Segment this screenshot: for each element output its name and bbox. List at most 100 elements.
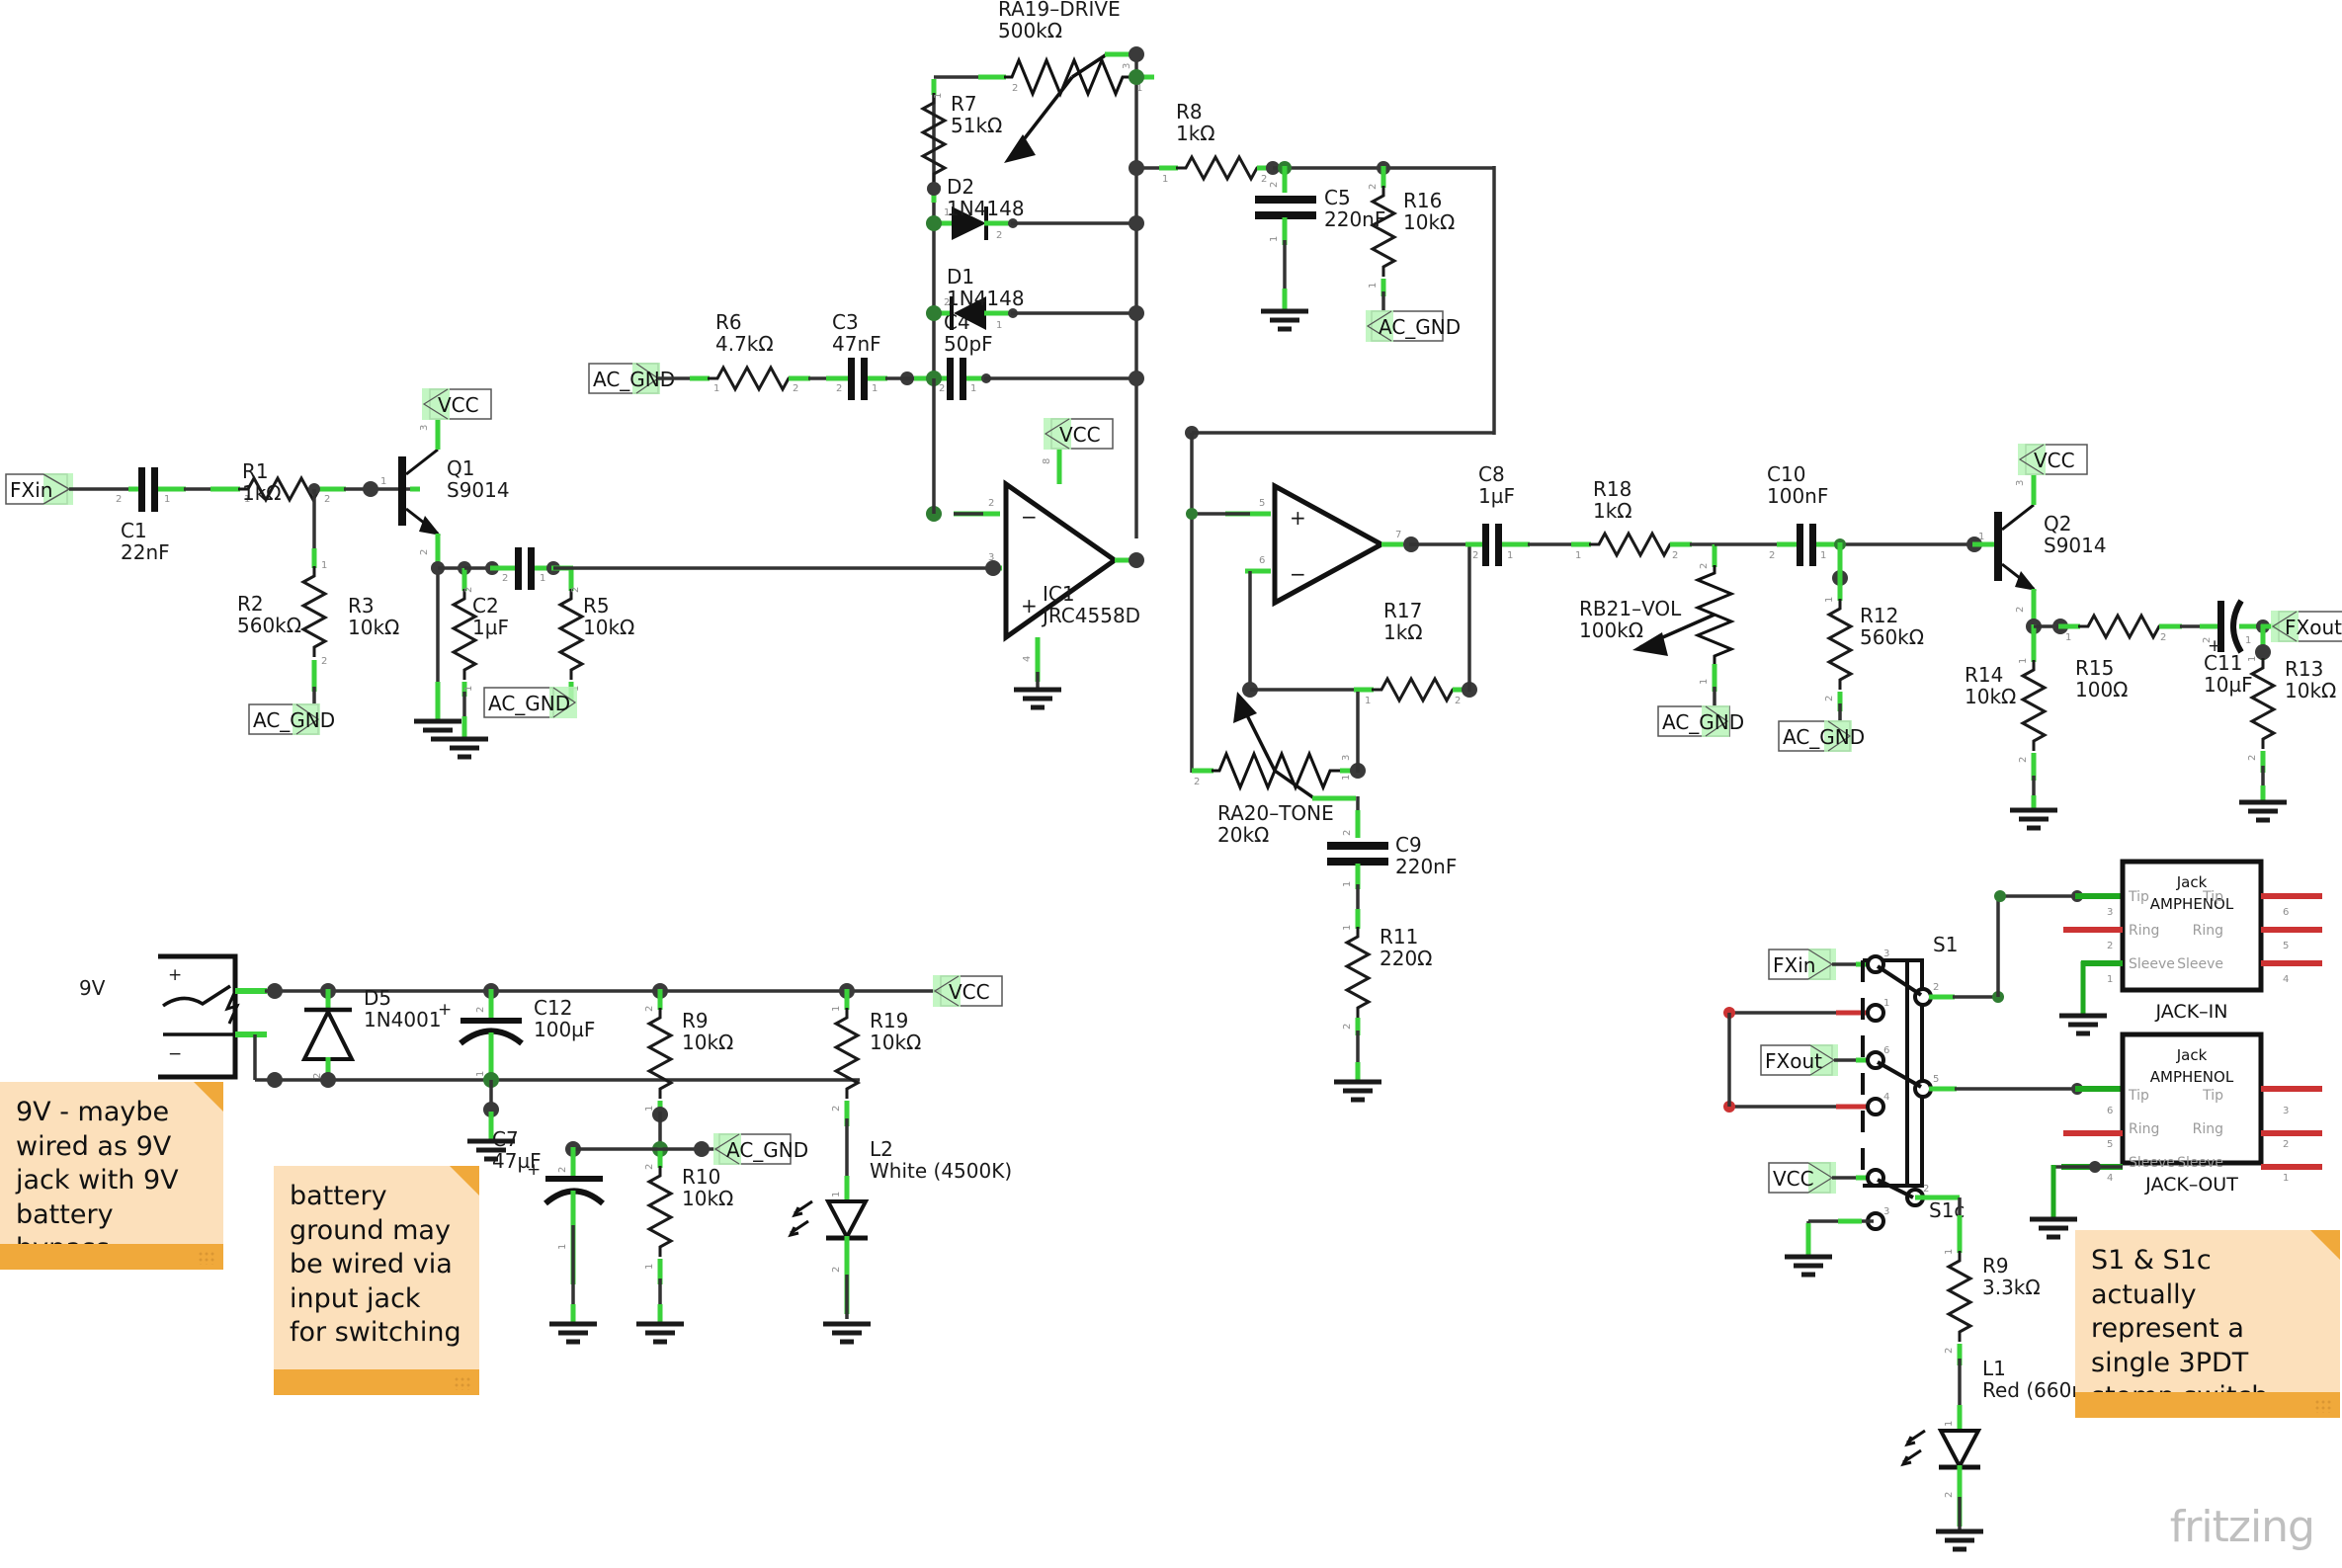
net-label-vcc-psu[interactable]: VCC (933, 975, 1003, 1007)
component-c10[interactable]: 2 1 C10 100nF (1767, 462, 1840, 566)
component-ra20-tone[interactable]: 2 3 1 RA20–TONE 20kΩ (1190, 692, 1362, 847)
jack-out-num-6: 6 (2107, 1106, 2113, 1116)
jack-in-left-sleeve: Sleeve (2129, 956, 2175, 972)
net-label-ac-gnd-vol[interactable]: AC_GND (1657, 705, 1744, 737)
component-r5[interactable]: 2 1 R5 10kΩ (558, 568, 634, 701)
svg-text:2: 2 (1269, 182, 1280, 188)
svg-text:2: 2 (939, 383, 945, 394)
component-r13[interactable]: 1 2 R13 10kΩ (2247, 624, 2336, 773)
c4-value: 50pF (944, 332, 993, 356)
component-c2[interactable]: 2 1 C2 1µF (472, 547, 555, 639)
d1-value: 1N4148 (947, 287, 1025, 310)
ac-gnd-label-r16: AC_GND (1379, 315, 1461, 339)
component-c7[interactable]: + 2 1 C7 47µF (492, 1127, 660, 1284)
jack-out-title: JACK–OUT (2144, 1174, 2238, 1196)
c11-value: 10µF (2204, 673, 2253, 697)
net-label-fxout-switch[interactable]: FXout (1760, 1044, 1838, 1076)
component-r2[interactable]: 1 2 R2 560kΩ (237, 560, 327, 692)
component-c9[interactable]: 2 1 C9 220nF (1327, 830, 1457, 889)
r6-value: 4.7kΩ (715, 332, 774, 356)
svg-text:5: 5 (1259, 498, 1265, 509)
svg-text:1: 1 (1368, 283, 1379, 289)
d2-value: 1N4148 (947, 197, 1025, 220)
component-jack-out[interactable]: Jack AMPHENOL Tip Ring Sleeve Tip Ring S… (2061, 1032, 2322, 1196)
component-r18[interactable]: 1 2 R18 1kΩ (1575, 477, 1692, 561)
svg-text:1: 1 (463, 686, 474, 692)
note-grip-icon[interactable] (2314, 1399, 2332, 1413)
note-9v-supply[interactable]: 9V - maybe wired as 9V jack with 9V batt… (0, 1082, 223, 1270)
jack-out-brand: AMPHENOL (2150, 1068, 2234, 1086)
q1-ref: Q1 (447, 456, 474, 480)
component-c11[interactable]: + 2 1 C11 10µF (2202, 599, 2265, 697)
r19-value: 10kΩ (870, 1031, 921, 1054)
svg-text:1: 1 (1162, 174, 1168, 185)
component-rb21-vol[interactable]: 2 1 RB21–VOL 100kΩ (1579, 544, 1735, 692)
net-label-ac-gnd-r2[interactable]: AC_GND (248, 703, 335, 735)
component-r6[interactable]: 1 2 R6 4.7kΩ (706, 310, 810, 394)
component-r9b[interactable]: 1 2 R9 3.3kΩ (1944, 1249, 2041, 1365)
c1-ref: C1 (121, 519, 147, 542)
component-c3[interactable]: 2 1 C3 47nF (832, 310, 887, 400)
note-grip-icon[interactable] (454, 1376, 471, 1390)
component-9v-battery[interactable]: + − 9V (79, 953, 267, 1080)
net-label-vcc-ic1[interactable]: VCC (1044, 418, 1114, 450)
svg-text:1: 1 (1883, 998, 1889, 1009)
component-q2[interactable]: 1 3 2 Q2 S9014 (1972, 458, 2107, 626)
d5-ref: D5 (364, 986, 391, 1010)
component-r8[interactable]: 1 2 R8 1kΩ (1162, 100, 1281, 185)
component-r14[interactable]: 1 2 R14 10kΩ (1965, 658, 2047, 781)
net-label-fxin-input[interactable]: FXin (5, 473, 73, 505)
component-c12[interactable]: + 2 1 C12 100µF (438, 983, 595, 1082)
component-l2-led[interactable]: 1 2 L2 White (4500K) (788, 1137, 1012, 1314)
svg-text:2: 2 (2160, 632, 2166, 643)
net-label-ac-gnd-r16[interactable]: AC_GND (1366, 310, 1461, 342)
component-r16[interactable]: 2 1 R16 10kΩ (1368, 161, 1455, 296)
net-label-ac-gnd-r12[interactable]: AC_GND (1778, 720, 1865, 752)
note-footer (2075, 1392, 2340, 1418)
svg-text:1: 1 (1507, 550, 1513, 561)
r14-value: 10kΩ (1965, 685, 2016, 708)
svg-text:5: 5 (1933, 1074, 1939, 1085)
svg-text:2: 2 (1933, 982, 1939, 993)
net-label-vcc-q2[interactable]: VCC (2018, 444, 2088, 475)
component-jack-in[interactable]: Jack AMPHENOL Tip Ring Sleeve Tip Ring S… (2063, 859, 2322, 1023)
r9-value: 10kΩ (682, 1031, 733, 1054)
net-label-fxin-switch[interactable]: FXin (1768, 949, 1836, 980)
c12-value: 100µF (534, 1018, 595, 1041)
note-grip-icon[interactable] (198, 1251, 215, 1265)
component-q1[interactable]: 1 3 2 Q1 S9014 (380, 403, 510, 568)
component-c1[interactable]: 2 1 C1 22nF (116, 467, 186, 564)
component-ra19-drive[interactable]: 2 1 3 RA19–DRIVE 500kΩ (934, 0, 1154, 163)
component-r19[interactable]: 1 2 R19 10kΩ (831, 983, 921, 1126)
net-label-fxout-output[interactable]: FXout (2271, 611, 2342, 642)
fxin-label-switch: FXin (1773, 953, 1815, 977)
component-ic1-opamp-b[interactable]: + − 5 6 7 (1186, 481, 1403, 608)
component-r17[interactable]: 1 2 R17 1kΩ (1365, 599, 1472, 706)
component-r10[interactable]: 2 1 R10 10kΩ (644, 1164, 733, 1284)
ac-gnd-label: AC_GND (253, 708, 335, 732)
net-label-vcc-q1[interactable]: VCC (422, 388, 492, 420)
net-label-ac-gnd-bias[interactable]: AC_GND (713, 1133, 808, 1165)
net-label-vcc-switch[interactable]: VCC (1768, 1162, 1836, 1194)
jack-in-right-tip: Tip (2202, 889, 2223, 905)
svg-text:8: 8 (1042, 458, 1052, 464)
component-r12[interactable]: 1 2 R12 560kΩ (1824, 542, 1924, 711)
note-battery-ground[interactable]: battery ground may be wired via input ja… (274, 1166, 479, 1395)
note-footer (0, 1244, 223, 1270)
component-d2[interactable]: 1 2 D2 1N4148 (934, 175, 1025, 241)
c2-value: 1µF (472, 616, 509, 639)
component-d5[interactable]: 2 D5 1N4001 (300, 983, 442, 1082)
svg-text:2: 2 (2202, 637, 2213, 643)
note-stomp-switch[interactable]: S1 & S1c actually represent a single 3PD… (2075, 1230, 2340, 1418)
component-r11[interactable]: 1 2 R11 220Ω (1342, 925, 1432, 1035)
component-r15[interactable]: 1 2 R15 100Ω (2065, 614, 2182, 701)
component-r9-divider[interactable]: 2 1 R9 10kΩ (644, 983, 733, 1121)
svg-text:2: 2 (1455, 696, 1461, 706)
svg-text:+: + (1290, 506, 1306, 530)
component-c8[interactable]: 2 1 C8 1µF (1472, 462, 1530, 566)
jack-out-left-ring: Ring (2129, 1121, 2159, 1137)
component-r3[interactable]: 2 1 R3 10kΩ (348, 587, 477, 697)
svg-text:3: 3 (1883, 1206, 1889, 1217)
svg-text:3: 3 (1341, 755, 1352, 761)
net-label-ac-gnd-r5[interactable]: AC_GND (483, 687, 577, 718)
